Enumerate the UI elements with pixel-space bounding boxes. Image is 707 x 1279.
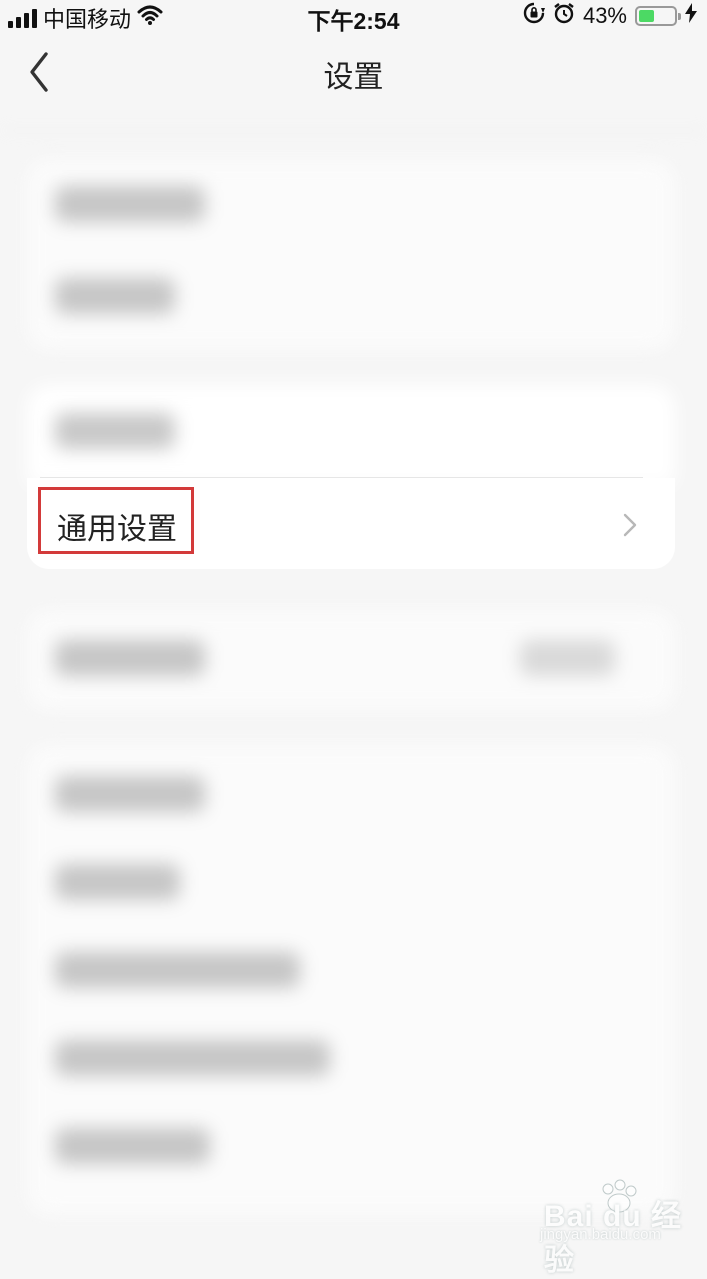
battery-fill (639, 10, 654, 22)
battery-icon (635, 6, 681, 26)
nav-bar: 设置 (0, 30, 707, 120)
alarm-icon (553, 2, 575, 30)
rotation-lock-icon (523, 2, 545, 30)
status-right: 43% (523, 2, 697, 30)
page-title: 设置 (323, 61, 384, 94)
status-bar: 中国移动 下午2:54 43% (0, 0, 707, 34)
charging-icon (685, 3, 697, 29)
highlight-annotation-box (38, 487, 194, 554)
baidu-jingyan-watermark: Bai du 经验 jingyan.baidu.com (540, 1175, 690, 1277)
row-divider (40, 477, 643, 478)
chevron-right-icon (623, 513, 637, 537)
battery-percent: 43% (582, 3, 627, 28)
